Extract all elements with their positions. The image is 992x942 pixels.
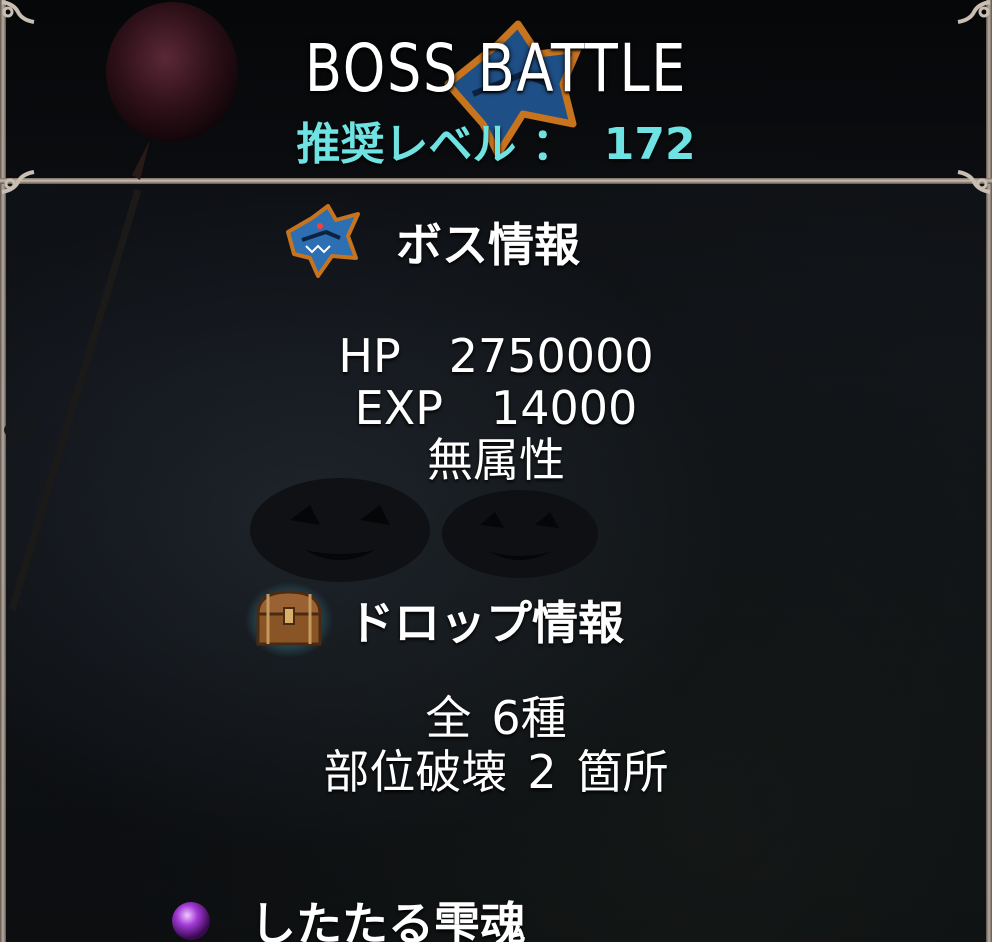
boss-exp-value: 14000 <box>490 381 638 435</box>
boss-exp-label: EXP <box>354 381 443 435</box>
recommended-level-value: 172 <box>603 119 696 170</box>
part-break-count: 2 <box>527 745 557 799</box>
drop-info-header: ドロップ情報 <box>244 580 624 660</box>
drop-info-heading: ドロップ情報 <box>348 596 624 650</box>
boss-exp: EXP 14000 <box>0 382 992 434</box>
part-break-unit: 箇所 <box>576 745 669 799</box>
boss-hp: HP 2750000 <box>0 330 992 382</box>
drop-total-label: 全 <box>425 691 472 745</box>
page-title: BOSS BATTLE <box>304 30 688 107</box>
drop-total-value: 6種 <box>491 691 567 745</box>
treasure-chest-icon <box>245 582 333 658</box>
purple-orb-icon <box>172 902 210 940</box>
background-pumpkin-decoration <box>250 478 598 582</box>
material-name: したたる雫魂 <box>250 897 526 942</box>
shark-boss-icon <box>286 204 360 278</box>
boss-hp-value: 2750000 <box>448 329 654 383</box>
drop-total: 全 6種 <box>0 692 992 744</box>
frame-ornament-icon <box>957 0 991 24</box>
boss-hp-label: HP <box>338 329 401 383</box>
recommended-level-label: 推奨レベル ： <box>296 119 576 170</box>
boss-info-header: ボス情報 <box>282 202 580 282</box>
game-scene: BOSS BATTLE 推奨レベル ： 172 ボス情報 HP 2750000 EX… <box>0 0 992 942</box>
recommended-level: 推奨レベル ： 172 <box>0 108 992 172</box>
frame-ornament-icon <box>957 170 991 194</box>
boss-info-heading: ボス情報 <box>396 218 580 272</box>
part-break-label: 部位破壊 <box>323 745 508 799</box>
boss-attribute: 無属性 <box>427 433 565 487</box>
material-item: したたる雫魂 <box>168 888 526 942</box>
part-break: 部位破壊 2 箇所 <box>0 746 992 798</box>
